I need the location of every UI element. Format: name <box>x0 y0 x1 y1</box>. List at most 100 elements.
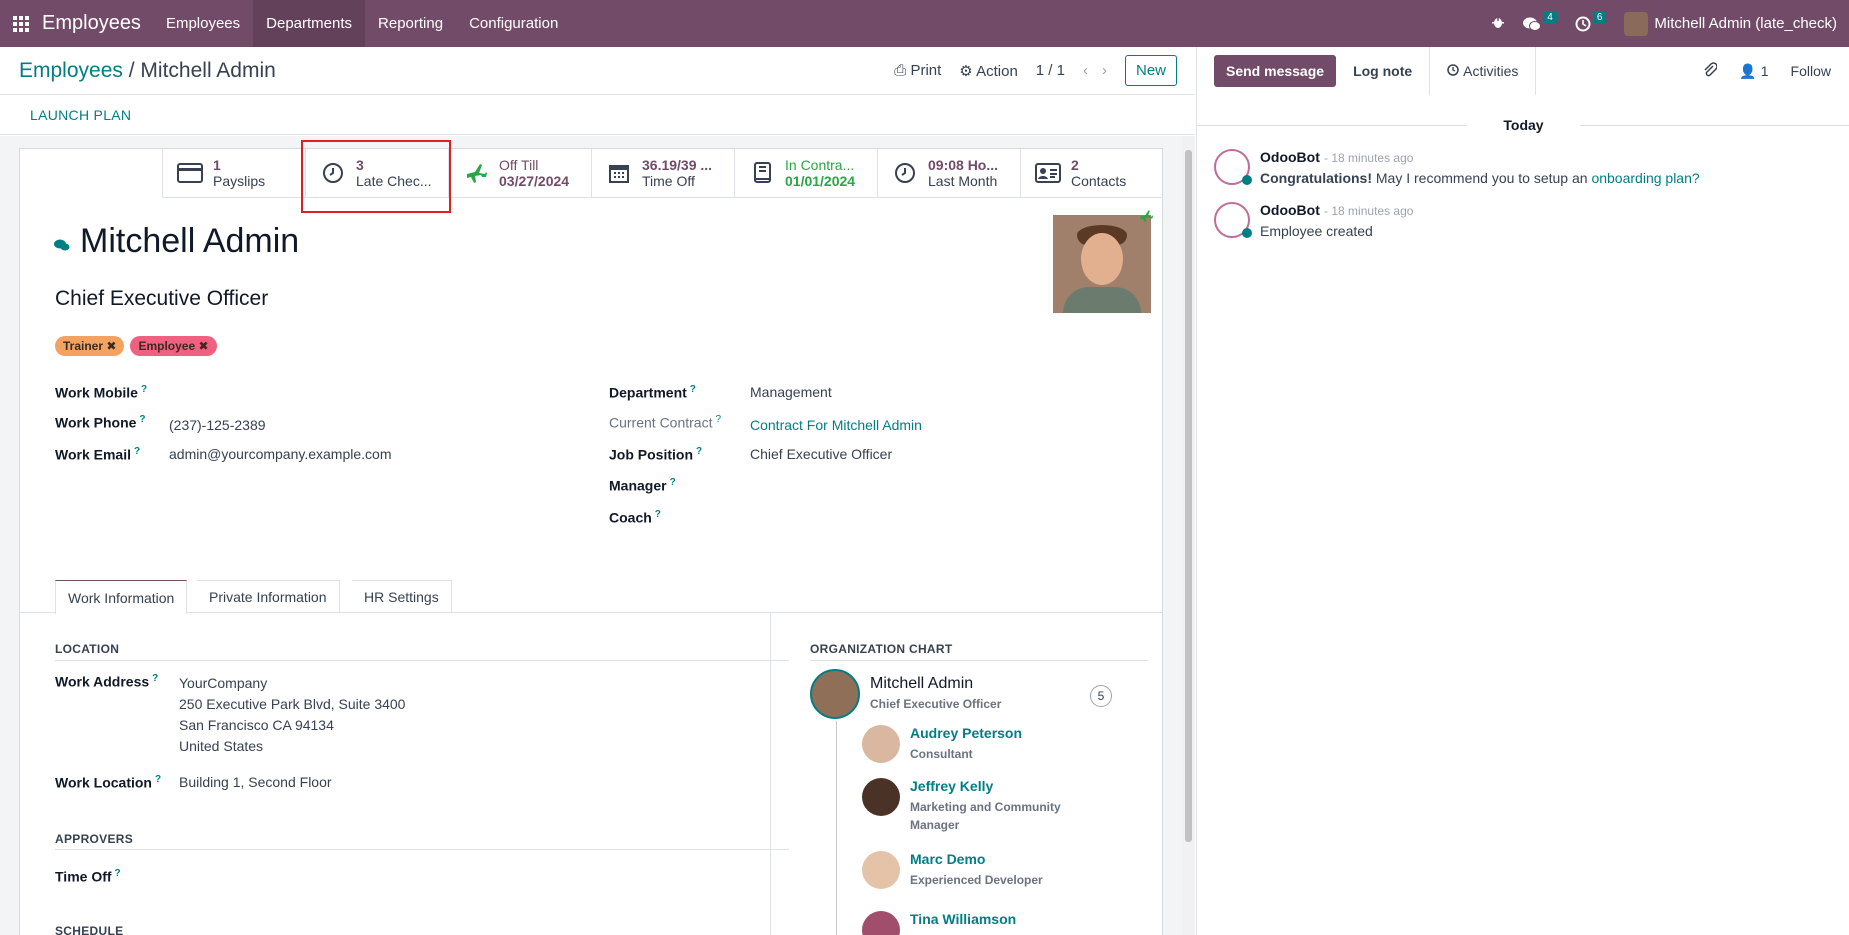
odoobot-avatar <box>1214 149 1252 185</box>
tag-trainer[interactable]: Trainer ✖ <box>55 336 125 356</box>
org-chart-subordinate[interactable]: Tina Williamson <box>862 911 1016 935</box>
paperclip-icon[interactable] <box>1703 61 1719 81</box>
message-body: Congratulations! May I recommend you to … <box>1260 170 1700 186</box>
employee-photo[interactable] <box>1053 210 1153 313</box>
contacts-label: Contacts <box>1071 173 1127 189</box>
book-icon <box>749 160 775 186</box>
subordinate-name: Audrey Peterson <box>910 725 1023 741</box>
hours-value: 09:08 Ho... <box>928 157 999 173</box>
user-menu[interactable]: Mitchell Admin (late_check) <box>1624 11 1837 36</box>
form-scrollbar[interactable] <box>1182 136 1195 935</box>
message-text: May I recommend you to setup an <box>1372 170 1592 186</box>
subordinates-count-badge[interactable]: 5 <box>1090 685 1112 707</box>
action-label: Action <box>976 62 1018 80</box>
message-author[interactable]: OdooBot <box>1260 202 1320 218</box>
current-contract-label: Current Contract? <box>609 414 722 431</box>
work-location-label: Work Location? <box>55 774 162 791</box>
messages-icon[interactable]: 4 <box>1523 12 1557 32</box>
log-note-button[interactable]: Log note <box>1336 63 1429 79</box>
menu-departments[interactable]: Departments <box>253 0 366 47</box>
onboarding-plan-link[interactable]: onboarding plan? <box>1591 170 1699 186</box>
message-author[interactable]: OdooBot <box>1260 149 1320 165</box>
payslips-smart-button[interactable]: 1 Payslips <box>162 149 305 197</box>
tab-hr-settings[interactable]: HR Settings <box>352 580 452 613</box>
contacts-count: 2 <box>1071 157 1079 173</box>
notebook-tabs: Work Information Private Information HR … <box>20 580 1162 614</box>
manager-label: Manager? <box>609 477 676 494</box>
launch-plan-button[interactable]: LAUNCH PLAN <box>0 95 1195 135</box>
employee-job-title[interactable]: Chief Executive Officer <box>55 287 268 311</box>
credit-card-icon <box>177 160 203 186</box>
debug-bug-icon[interactable] <box>1491 15 1505 33</box>
avatar <box>862 725 900 763</box>
apps-menu-icon[interactable] <box>0 0 42 47</box>
menu-employees[interactable]: Employees <box>153 0 253 47</box>
hours-smart-button[interactable]: 09:08 Ho... Last Month <box>877 149 1020 197</box>
org-chart-self[interactable]: Mitchell Admin Chief Executive Officer <box>810 669 1001 719</box>
action-button[interactable]: ⚙ Action <box>959 62 1018 80</box>
location-section-title: LOCATION <box>55 642 120 656</box>
late-checkins-label: Late Chec... <box>356 173 432 189</box>
contract-smart-button[interactable]: In Contra... 01/01/2024 <box>734 149 877 197</box>
divider <box>55 849 789 850</box>
print-button[interactable]: ⎙ Print <box>894 62 941 79</box>
off-till-smart-button[interactable]: Off Till 03/27/2024 <box>448 149 591 197</box>
activities-label: Activities <box>1463 63 1519 79</box>
follow-button[interactable]: Follow <box>1791 63 1831 79</box>
time-off-approver-field: Time Off? <box>55 868 169 885</box>
top-navbar: Employees Employees Departments Reportin… <box>0 0 1849 47</box>
department-input[interactable]: Management <box>750 384 832 401</box>
pager-next-icon[interactable]: › <box>1102 62 1107 79</box>
clock-icon <box>320 160 346 186</box>
org-chart-subordinate[interactable]: Marc Demo Experienced Developer <box>862 851 1043 889</box>
work-phone-label: Work Phone? <box>55 414 146 431</box>
org-chart-subordinate[interactable]: Jeffrey Kelly Marketing and Community Man… <box>862 778 1080 834</box>
tag-employee[interactable]: Employee ✖ <box>130 336 217 356</box>
work-mobile-label: Work Mobile? <box>55 384 148 401</box>
send-message-button[interactable]: Send message <box>1214 55 1337 87</box>
menu-reporting[interactable]: Reporting <box>365 0 456 47</box>
job-position-input[interactable]: Chief Executive Officer <box>750 446 892 463</box>
remove-tag-icon[interactable]: ✖ <box>198 339 208 353</box>
calendar-icon <box>606 160 632 186</box>
activities-button[interactable]: Activities <box>1429 47 1537 95</box>
schedule-section-title: SCHEDULE <box>55 924 124 935</box>
control-panel: Employees / Mitchell Admin ⎙ Print ⚙ Act… <box>0 47 1195 95</box>
employee-name[interactable]: Mitchell Admin <box>80 222 299 261</box>
breadcrumb-employees[interactable]: Employees <box>19 59 123 82</box>
current-contract-link[interactable]: Contract For Mitchell Admin <box>750 417 922 433</box>
department-label: Department? <box>609 384 696 401</box>
tab-private-information[interactable]: Private Information <box>197 580 340 613</box>
gear-icon: ⚙ <box>959 62 973 80</box>
tag-label: Trainer <box>63 339 104 353</box>
form-sheet-background: 1 Payslips 3 Late Chec... Off Till 03/27/20… <box>0 136 1182 935</box>
activities-clock-icon[interactable]: 6 <box>1575 12 1607 32</box>
print-icon: ⎙ <box>894 62 907 79</box>
contacts-smart-button[interactable]: 2 Contacts <box>1020 149 1163 197</box>
remove-tag-icon[interactable]: ✖ <box>106 339 116 353</box>
pager-previous-icon[interactable]: ‹ <box>1083 62 1088 79</box>
chat-bubble-icon[interactable] <box>54 222 70 261</box>
approvers-section-title: APPROVERS <box>55 832 134 846</box>
new-button[interactable]: New <box>1124 55 1177 86</box>
menu-configuration[interactable]: Configuration <box>456 0 571 47</box>
job-position-label: Job Position? <box>609 446 703 463</box>
time-off-smart-button[interactable]: 36.19/39 ... Time Off <box>591 149 734 197</box>
work-location-field: Work Location? Building 1, Second Floor <box>55 774 332 791</box>
work-email-label: Work Email? <box>55 446 141 463</box>
org-self-job: Chief Executive Officer <box>870 697 1002 711</box>
app-brand[interactable]: Employees <box>42 12 153 35</box>
avatar <box>862 851 900 889</box>
late-checkins-smart-button[interactable]: 3 Late Chec... <box>305 149 448 197</box>
work-location-value[interactable]: Building 1, Second Floor <box>179 774 332 791</box>
followers-button[interactable]: 👤 1 <box>1739 63 1768 80</box>
pager-value[interactable]: 1 / 1 <box>1036 62 1065 79</box>
message-body: Employee created <box>1260 223 1373 239</box>
user-name: Mitchell Admin (late_check) <box>1654 15 1837 32</box>
divider <box>810 660 1148 661</box>
work-address-value[interactable]: YourCompany 250 Executive Park Blvd, Sui… <box>179 673 405 757</box>
work-email-input[interactable]: admin@yourcompany.example.com <box>169 446 392 463</box>
tab-work-information[interactable]: Work Information <box>55 580 188 614</box>
org-chart-subordinate[interactable]: Audrey Peterson Consultant <box>862 725 1022 763</box>
work-phone-input[interactable]: (237)-125-2389 <box>169 417 266 433</box>
